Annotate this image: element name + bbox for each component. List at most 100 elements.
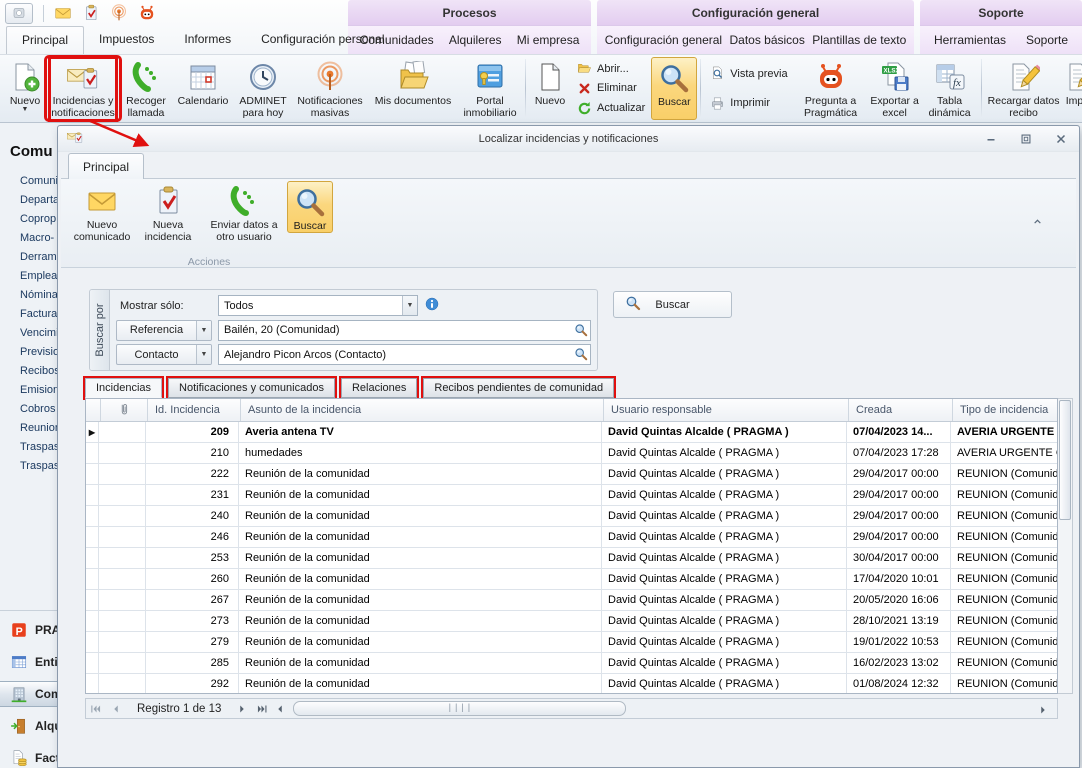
p-logo-icon: P (10, 621, 28, 639)
mostrar-solo-combobox[interactable]: Todos ▼ (218, 295, 418, 316)
lookup-search-icon[interactable] (574, 323, 588, 340)
cell: 260 (146, 569, 239, 589)
buscar-button[interactable]: Buscar (651, 57, 697, 120)
cell: 28/10/2021 13:19 (847, 611, 951, 631)
tab-plantillas-de-texto[interactable]: Plantillas de texto (812, 33, 906, 47)
tab-configuración-general[interactable]: Configuración general (605, 33, 722, 47)
chevron-down-icon[interactable]: ▼ (402, 296, 417, 315)
column-header-2[interactable]: Asunto de la incidencia (241, 399, 604, 421)
dialog-ribbon: Principal Nuevo comunicadoNueva incidenc… (58, 152, 1079, 269)
tab-soporte[interactable]: Soporte (1026, 33, 1068, 47)
tab-relaciones[interactable]: Relaciones (339, 376, 419, 400)
imp-re-button[interactable]: Imp re (1063, 57, 1082, 120)
chevron-down-icon[interactable]: ▼ (196, 345, 211, 364)
button-label: Mis documentos (375, 95, 451, 107)
referencia-selector-button[interactable]: Referencia ▼ (116, 320, 212, 341)
nuevo-button[interactable]: Nuevo (529, 57, 571, 120)
recoger-llamada-button[interactable]: Recoger llamada (120, 57, 172, 120)
search-panel: Buscar por Mostrar sólo: Todos ▼ Referen… (89, 289, 598, 371)
tab-configuración-personal[interactable]: Configuración personal (246, 26, 399, 54)
tab-notificaciones-y-comunicados[interactable]: Notificaciones y comunicados (166, 376, 337, 400)
pregunta-a-pragmática-button[interactable]: Pregunta a Pragmática (794, 57, 868, 120)
notificaciones-masivas-button[interactable]: Notificaciones masivas (292, 57, 368, 120)
table-row[interactable]: 246Reunión de la comunidadDavid Quintas … (86, 527, 1057, 548)
buscar-button[interactable]: Buscar (613, 291, 732, 318)
incidencias-y-notificaciones-button[interactable]: Incidencias y notificaciones (46, 57, 120, 120)
qat-mail-button[interactable] (54, 4, 72, 22)
ribbon-separator (981, 59, 982, 118)
contacto-input[interactable] (218, 344, 591, 365)
prev-record-button[interactable] (108, 701, 124, 717)
next-record-button[interactable] (234, 701, 250, 717)
table-row[interactable]: 260Reunión de la comunidadDavid Quintas … (86, 569, 1057, 590)
last-record-button[interactable] (253, 701, 269, 717)
tab-principal[interactable]: Principal (6, 26, 84, 54)
cell: Reunión de la comunidad (239, 611, 602, 631)
vertical-scrollbar[interactable] (1058, 398, 1073, 694)
qat-broadcast-button[interactable] (110, 4, 128, 22)
nuevo-comunicado-button[interactable]: Nuevo comunicado (69, 181, 135, 243)
table-row[interactable]: 240Reunión de la comunidadDavid Quintas … (86, 506, 1057, 527)
qat-clipboard-check-button[interactable] (82, 4, 100, 22)
table-row[interactable]: ▶209Averia antena TVDavid Quintas Alcald… (86, 422, 1057, 443)
collapse-ribbon-icon[interactable] (1031, 215, 1044, 231)
horizontal-scrollbar[interactable]: |||| (293, 701, 626, 716)
table-row[interactable]: 253Reunión de la comunidadDavid Quintas … (86, 548, 1057, 569)
small-imprimir-button[interactable]: Imprimir (707, 96, 790, 111)
app-button[interactable] (5, 3, 33, 24)
column-header-4[interactable]: Creada (849, 399, 953, 421)
first-record-button[interactable] (89, 701, 105, 717)
qat-robot-button[interactable] (138, 4, 156, 22)
contacto-selector-button[interactable]: Contacto ▼ (116, 344, 212, 365)
calendario-button[interactable]: Calendario (172, 57, 234, 120)
lookup-search-icon[interactable] (574, 347, 588, 364)
tab-impuestos[interactable]: Impuestos (84, 26, 169, 54)
table-row[interactable]: 292Reunión de la comunidadDavid Quintas … (86, 674, 1057, 694)
close-button[interactable] (1052, 132, 1070, 146)
tab-informes[interactable]: Informes (169, 26, 246, 54)
small-vista-previa-button[interactable]: Vista previa (707, 66, 790, 81)
collapse-ribbon-icon (1031, 215, 1044, 228)
scrollbar-thumb[interactable] (1059, 400, 1071, 520)
ribbon-tabs: PrincipalImpuestosInformesConfiguración … (6, 26, 400, 54)
column-header-1[interactable]: Id. Incidencia (148, 399, 241, 421)
tabla-dinámica-button[interactable]: fxTabla dinámica (922, 57, 978, 120)
portal-inmobiliario-button[interactable]: Portal inmobiliario (458, 57, 522, 120)
adminet-para-hoy-button[interactable]: ADMINET para hoy (234, 57, 292, 120)
table-row[interactable]: 285Reunión de la comunidadDavid Quintas … (86, 653, 1057, 674)
small-abrir--button[interactable]: Abrir... (574, 61, 648, 76)
tab-mi-empresa[interactable]: Mi empresa (517, 33, 580, 47)
recargar-datos-recibo-button[interactable]: Recargar datos recibo (985, 57, 1063, 120)
column-header-3[interactable]: Usuario responsable (604, 399, 849, 421)
nuevo-button[interactable]: Nuevo▼ (4, 57, 46, 120)
small-actualizar-button[interactable]: Actualizar (574, 101, 648, 116)
table-row[interactable]: 279Reunión de la comunidadDavid Quintas … (86, 632, 1057, 653)
tab-incidencias[interactable]: Incidencias (83, 376, 164, 400)
buscar-button[interactable]: Buscar (287, 181, 333, 233)
table-row[interactable]: 267Reunión de la comunidadDavid Quintas … (86, 590, 1057, 611)
table-row[interactable]: 222Reunión de la comunidadDavid Quintas … (86, 464, 1057, 485)
column-header-5[interactable]: Tipo de incidencia (953, 399, 1058, 421)
chevron-down-icon[interactable]: ▼ (196, 321, 211, 340)
tab-recibos-pendientes-de-comunidad[interactable]: Recibos pendientes de comunidad (421, 376, 616, 400)
tab-herramientas[interactable]: Herramientas (934, 33, 1006, 47)
referencia-input[interactable] (218, 320, 591, 341)
enviar-datos-a-otro-usuario-button[interactable]: Enviar datos a otro usuario (201, 181, 287, 243)
scroll-right-button[interactable] (1036, 699, 1050, 720)
table-row[interactable]: 231Reunión de la comunidadDavid Quintas … (86, 485, 1057, 506)
scroll-left-button[interactable] (272, 701, 288, 717)
mis-documentos-button[interactable]: Mis documentos (368, 57, 458, 120)
attachment-column-header[interactable] (101, 399, 148, 421)
minimize-button[interactable] (982, 132, 1000, 146)
restore-button[interactable] (1017, 132, 1035, 146)
table-row[interactable]: 273Reunión de la comunidadDavid Quintas … (86, 611, 1057, 632)
small-eliminar-button[interactable]: Eliminar (574, 81, 648, 96)
nueva-incidencia-button[interactable]: Nueva incidencia (135, 181, 201, 243)
referencia-field-wrap (218, 320, 591, 341)
tab-datos-básicos[interactable]: Datos básicos (729, 33, 804, 47)
row-indicator-header[interactable] (86, 399, 101, 421)
table-row[interactable]: 210humedadesDavid Quintas Alcalde ( PRAG… (86, 443, 1057, 464)
exportar-a-excel-button[interactable]: XLSXExportar a excel (868, 57, 922, 120)
dialog-tab-principal[interactable]: Principal (68, 153, 144, 179)
tab-alquileres[interactable]: Alquileres (449, 33, 502, 47)
